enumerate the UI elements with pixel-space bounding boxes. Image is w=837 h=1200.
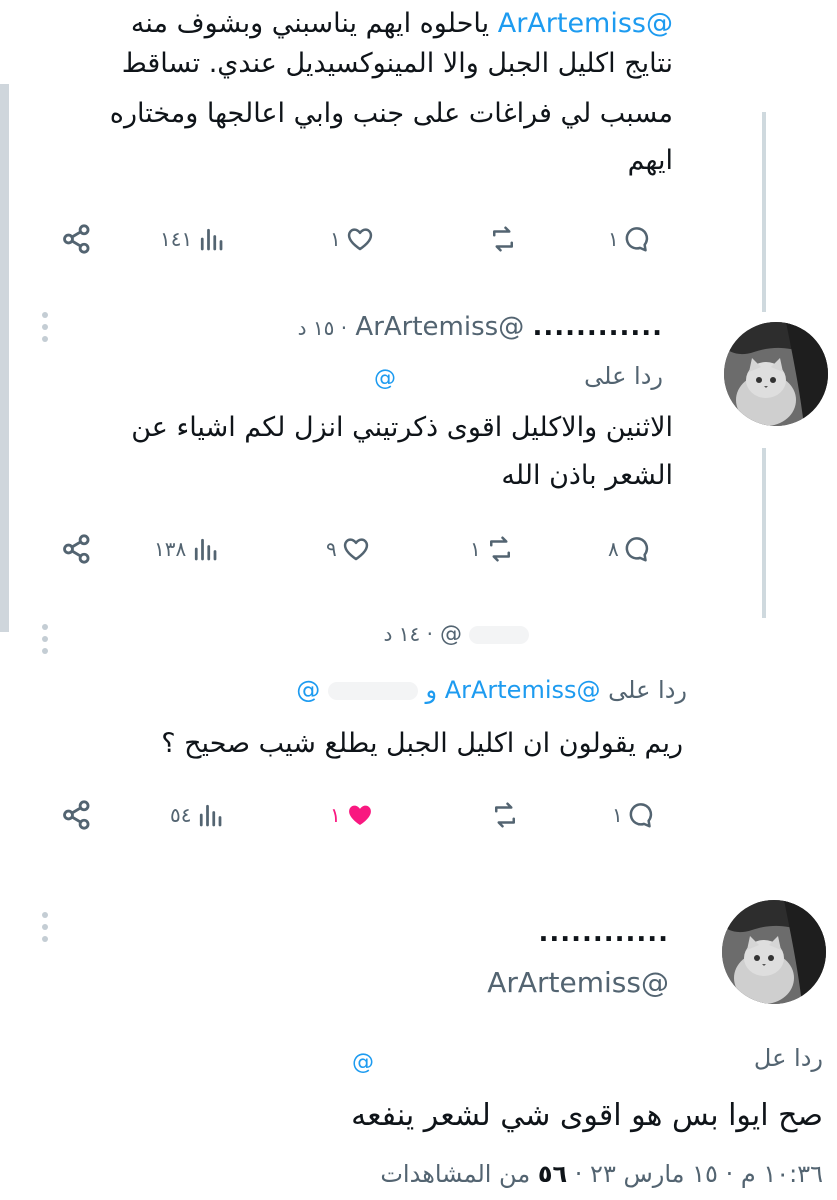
tweet-text-line: مسبب لي فراغات على جنب وابي اعالجها ومخت… (109, 98, 673, 129)
display-name[interactable]: ............ (538, 918, 669, 948)
reply-to-label: ردا على (608, 676, 687, 704)
more-options-icon[interactable] (42, 312, 50, 348)
tweet-text-line: الشعر باذن الله (501, 460, 673, 491)
reply-to-handle[interactable]: @ArArtemiss (445, 676, 601, 704)
more-options-icon[interactable] (42, 624, 50, 660)
views-count: ٥٦ (537, 1160, 568, 1188)
reply-button[interactable]: ٨ (608, 524, 653, 574)
timestamp[interactable]: · ١٤ د (384, 622, 433, 646)
tweet-text-line: @ArArtemiss ياحلوه ايهم يناسبني وبشوف من… (130, 8, 673, 39)
avatar-cat-image (722, 900, 826, 1004)
retweet-button[interactable] (484, 214, 518, 264)
heart-icon (347, 228, 372, 251)
views-icon (195, 538, 217, 561)
tweet-actions: ١ ١ ١٤١ (0, 214, 837, 264)
timestamp[interactable]: · ١٥ د (298, 316, 347, 340)
share-button[interactable] (60, 790, 94, 840)
tweet-header: ............ @ArArtemiss · ١٥ د (298, 312, 663, 342)
share-button[interactable] (60, 214, 94, 264)
more-options-icon[interactable] (42, 912, 50, 948)
tweet-body: صح ايوا بس هو اقوى شي لشعر ينفعه (351, 1098, 823, 1133)
retweet-icon (489, 536, 510, 562)
reply-button[interactable]: ١ (612, 790, 657, 840)
retweet-button[interactable]: ١ (470, 524, 515, 574)
tweet-time: ١٠:٣٦ م (740, 1160, 823, 1188)
heart-filled-icon (348, 805, 371, 825)
views-button[interactable]: ١٤١ (160, 214, 226, 264)
reply-to-label: ردا عل (753, 1044, 823, 1072)
reply-to-label: ردا على (584, 362, 663, 390)
redacted-display-name (469, 626, 529, 644)
tweet-date: ١٥ مارس ٢٣ (590, 1160, 718, 1188)
retweet-button[interactable] (486, 790, 520, 840)
share-icon (63, 224, 90, 254)
reply-icon (625, 537, 648, 562)
tweet-text-line: ايهم (627, 145, 673, 176)
avatar-cat-image (724, 322, 828, 426)
user-handle[interactable]: @ArArtemiss (487, 966, 669, 999)
like-button[interactable]: ١ (330, 214, 375, 264)
views-button[interactable]: ١٣٨ (154, 524, 220, 574)
heart-icon (343, 538, 368, 561)
retweet-icon (495, 802, 515, 828)
tweet-text-line: نتايج اكليل الجبل والا المينوكسيديل عندي… (121, 48, 673, 79)
tweet-actions: ١ ١ ٥٤ (0, 790, 837, 840)
reply-icon (629, 803, 652, 828)
reply-icon (625, 227, 648, 252)
share-icon (63, 800, 90, 830)
reply-to-handle[interactable]: @ (296, 676, 320, 704)
avatar[interactable] (724, 322, 828, 426)
user-handle[interactable]: @ (440, 622, 462, 647)
reply-button[interactable]: ١ (608, 214, 653, 264)
mention-link[interactable]: @ArArtemiss (498, 8, 673, 39)
like-button[interactable]: ٩ (326, 524, 371, 574)
views-icon (201, 228, 223, 251)
redacted-handle (327, 682, 418, 700)
thread-line (762, 112, 766, 312)
user-handle[interactable]: @ArArtemiss (355, 312, 524, 342)
tweet-text-line: ريم يقولون ان اكليل الجبل يطلع شيب صحيح … (161, 728, 683, 759)
views-button[interactable]: ٥٤ (170, 790, 225, 840)
tweet-header: @ · ١٤ د (384, 622, 529, 647)
avatar[interactable] (722, 900, 826, 1004)
retweet-icon (493, 226, 513, 252)
reply-to-handle[interactable]: @ (374, 366, 396, 391)
views-label: من المشاهدات (380, 1160, 531, 1188)
share-button[interactable] (60, 524, 94, 574)
tweet-meta: ١٠:٣٦ م · ١٥ مارس ٢٣ · ٥٦ من المشاهدات (380, 1160, 823, 1188)
like-button-active[interactable]: ١ (330, 790, 375, 840)
reply-to-handle[interactable]: @ (352, 1050, 374, 1075)
tweet-text-line: الاثنين والاكليل اقوى ذكرتيني انزل لكم ا… (131, 412, 673, 443)
reply-to-line: ردا على @ArArtemiss و @ (296, 676, 687, 704)
views-icon (200, 804, 222, 827)
share-icon (63, 534, 90, 564)
tweet-actions: ٨ ١ ٩ ١٣٨ (0, 524, 837, 574)
display-name[interactable]: ............ (532, 312, 663, 342)
